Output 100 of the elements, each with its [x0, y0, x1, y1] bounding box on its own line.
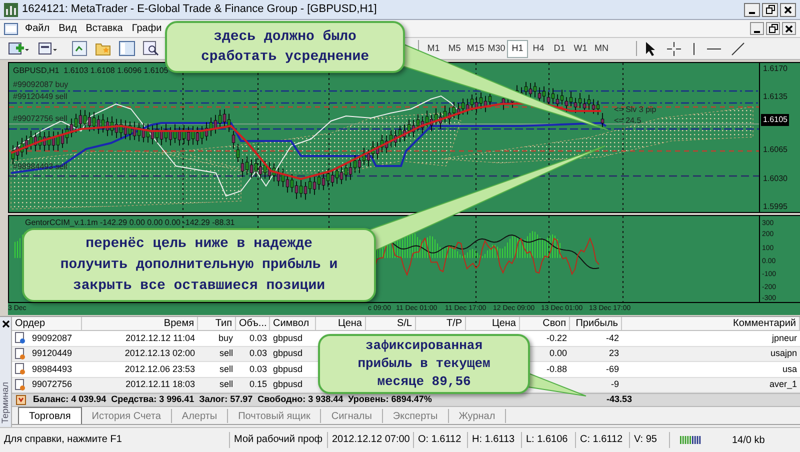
vertical-line-icon[interactable] [691, 42, 697, 56]
terminal-tab[interactable]: Журнал [448, 409, 506, 423]
table-cell-text: 99072756 [32, 378, 72, 391]
minimize-button[interactable] [744, 2, 760, 16]
timeframe-button[interactable]: H4 [528, 40, 549, 58]
timeframe-button[interactable]: M15 [465, 40, 486, 58]
column-header[interactable]: T/P [416, 317, 466, 330]
table-cell-text: 0.00 [549, 347, 567, 360]
trendline-icon[interactable] [731, 42, 745, 56]
table-cell: jpneur [772, 332, 797, 345]
timeframe-button[interactable]: D1 [549, 40, 570, 58]
column-header[interactable]: Прибыль [570, 317, 622, 330]
column-header[interactable]: Объ... [236, 317, 270, 330]
new-chart-icon[interactable] [8, 40, 30, 56]
table-cell-text: 0.03 [249, 332, 267, 344]
menu-item[interactable]: Файл [25, 21, 50, 36]
chart-restore-button[interactable] [766, 22, 780, 35]
chart-header: GBPUSD,H1 1.6103 1.6108 1.6096 1.6105 [13, 65, 168, 77]
table-cell-text: usa [782, 362, 797, 376]
terminal-label: Терминал [0, 382, 11, 423]
column-header[interactable]: Символ [270, 317, 316, 330]
price-label: 1.6170 [763, 63, 788, 75]
chart-close-button[interactable] [782, 22, 796, 35]
column-header[interactable]: Время [82, 317, 198, 330]
status-text: 2012.12.12 07:00 [328, 432, 414, 448]
column-header[interactable]: Ордер [12, 317, 82, 330]
terminal-tab[interactable]: Алерты [172, 409, 228, 423]
profiles-icon[interactable] [38, 40, 60, 56]
table-cell-text: 99120449 [32, 347, 72, 360]
status-text: O: 1.6112 [414, 432, 468, 448]
status-text: H: 1.6113 [468, 432, 522, 448]
chart-minimize-button[interactable] [750, 22, 764, 35]
crosshair-icon[interactable] [667, 42, 681, 56]
close-icon[interactable] [2, 320, 10, 328]
menu-item[interactable]: Вид [58, 21, 77, 36]
chart-window-icon[interactable] [4, 22, 18, 34]
timeframe-button[interactable]: MN [591, 40, 612, 58]
table-cell: gbpusd [273, 362, 303, 376]
connection-bars-icon [680, 435, 702, 445]
table-cell-text: 0.15 [249, 378, 267, 391]
column-header[interactable]: Цена [316, 317, 366, 330]
terminal-tab[interactable]: Эксперты [382, 409, 449, 423]
window-title: 1624121: MetaTrader - E-Global Trade & Finance Group - [GBPUSD,H1] [22, 2, 377, 18]
timeframe-button[interactable]: M30 [486, 40, 507, 58]
restore-icon [768, 24, 778, 33]
table-cell-text: 2012.12.13 02:00 [124, 347, 195, 360]
timeframe-button[interactable]: W1 [570, 40, 591, 58]
terminal-tab[interactable]: История Счета [82, 409, 172, 423]
status-text: Мой рабочий проф [230, 432, 328, 448]
table-cell-text: -69 [606, 362, 619, 376]
cursor-icon[interactable] [645, 41, 657, 56]
terminal-tab[interactable]: Торговля [18, 407, 82, 424]
table-cell-text: 23 [608, 347, 619, 360]
total-profit: -43.53 [606, 393, 632, 406]
price-label: 1.6105 [761, 114, 790, 126]
table-cell-text: usajpn [770, 347, 797, 360]
table-cell-text: 2012.12.06 23:53 [124, 362, 195, 376]
table-cell: gbpusd [273, 332, 303, 345]
panel-icon[interactable] [119, 41, 135, 56]
timeframe-button[interactable]: M5 [444, 40, 465, 58]
minimize-icon [749, 12, 755, 14]
chart-marker: <= Slv 3 pip [614, 104, 656, 116]
minimize-icon [754, 30, 760, 32]
table-cell-text: 2012.12.11 18:03 [126, 378, 195, 391]
table-cell-text: -42 [606, 332, 619, 344]
table-cell-text: sell [219, 378, 233, 391]
timeframe-button[interactable]: M1 [423, 40, 444, 58]
callout-text: перенёс цель ниже в надежде получить дополнительную прибыль и закрыть все оставшиеся позиции [60, 234, 338, 296]
table-cell-text: -9 [610, 378, 619, 391]
column-header[interactable]: Цена [466, 317, 520, 330]
horizontal-line-icon[interactable] [707, 46, 721, 52]
chart-marker: <= 24.5 [614, 115, 642, 127]
restore-button[interactable] [762, 2, 778, 16]
menu-item[interactable]: Вставка [86, 21, 123, 36]
market-watch-icon[interactable] [72, 41, 87, 56]
terminal-tab[interactable]: Сигналы [321, 409, 383, 423]
table-cell: buy [218, 332, 233, 345]
table-cell-text: 99092087 [32, 332, 72, 344]
price-label: 1.6135 [763, 91, 788, 103]
table-cell-text: 0.03 [249, 347, 267, 360]
column-header[interactable]: Комментарий [622, 317, 800, 330]
status-text: Для справки, нажмите F1 [0, 432, 230, 448]
balance-summary: Баланс: 4 039.94 Средства: 3 996.41 Залог: 57.97 Свободно: 3 938.44 Уровень: 6894.47% [33, 393, 432, 406]
magnifier-icon[interactable] [143, 41, 159, 56]
close-button[interactable] [780, 2, 796, 16]
timeframe-button[interactable]: H1 [507, 40, 528, 58]
status-text: L: 1.6106 [522, 432, 576, 448]
order-label: #99092087 buy [13, 79, 68, 91]
column-header[interactable]: Тип [198, 317, 236, 330]
restore-icon [766, 5, 774, 14]
table-cell-text: sell [219, 362, 233, 376]
folder-star-icon[interactable] [95, 41, 111, 56]
column-header[interactable]: S/L [366, 317, 416, 330]
terminal-tab[interactable]: Почтовый ящик [228, 409, 322, 423]
column-header[interactable]: Своп [520, 317, 570, 330]
table-cell-text: sell [219, 347, 233, 360]
table-cell-text: 2012.12.12 11:04 [126, 332, 195, 344]
menu-item[interactable]: Графи [132, 21, 162, 36]
order-label: #99120449 sell [13, 91, 68, 103]
table-cell-text: aver_1 [769, 378, 797, 391]
